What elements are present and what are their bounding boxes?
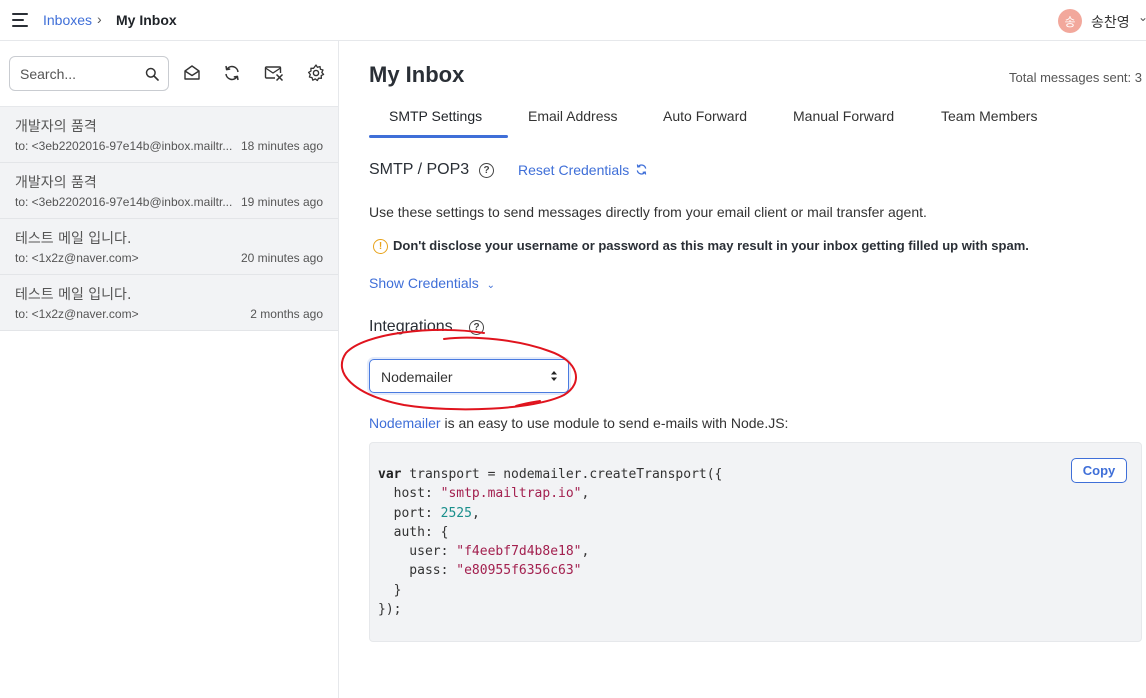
message-time: 19 minutes ago — [240, 195, 323, 209]
security-warning: Don't disclose your username or password… — [393, 238, 1029, 253]
code-line: }); — [378, 602, 402, 618]
refresh-icon[interactable] — [222, 63, 242, 83]
sidebar: 개발자의 품격 to: <3eb2202016-97e14b@inbox.mai… — [0, 41, 339, 698]
total-sent-count: Total messages sent: 3 — [1009, 70, 1142, 85]
top-bar: Inboxes › My Inbox 송 송찬영 ⌄ — [0, 0, 1146, 41]
message-item[interactable]: 테스트 메일 입니다. to: <1x2z@naver.com> 2 month… — [0, 275, 338, 331]
tab-email-address[interactable]: Email Address — [528, 108, 617, 124]
smtp-section-title: SMTP / POP3 — [369, 161, 470, 178]
integration-intro: Nodemailer is an easy to use module to s… — [369, 415, 788, 431]
code-keyword: var — [378, 467, 402, 482]
show-credentials-label: Show Credentials — [369, 275, 479, 291]
message-subject: 개발자의 품격 — [15, 175, 97, 191]
message-recipient: to: <3eb2202016-97e14b@inbox.mailtr... — [15, 139, 233, 153]
avatar[interactable]: 송 — [1058, 9, 1082, 33]
nodemailer-link[interactable]: Nodemailer — [369, 415, 441, 431]
message-time: 20 minutes ago — [240, 251, 323, 265]
message-time: 18 minutes ago — [240, 139, 323, 153]
code-string: "smtp.mailtrap.io" — [440, 486, 582, 502]
code-key: port: — [378, 505, 441, 521]
message-list: 개발자의 품격 to: <3eb2202016-97e14b@inbox.mai… — [0, 106, 338, 331]
breadcrumb-inboxes[interactable]: Inboxes — [43, 12, 92, 28]
message-recipient: to: <1x2z@naver.com> — [15, 307, 139, 321]
menu-icon[interactable] — [12, 13, 30, 27]
integrations-title: Integrations — [369, 318, 453, 335]
search-box — [9, 56, 169, 91]
code-line: transport = nodemailer.createTransport({ — [401, 467, 723, 482]
clear-inbox-icon[interactable] — [264, 63, 284, 83]
show-credentials-toggle[interactable]: Show Credentials ⌄ — [369, 275, 495, 291]
breadcrumb-current: My Inbox — [116, 12, 177, 28]
code-key: pass: — [378, 563, 457, 579]
integration-selected-value: Nodemailer — [381, 369, 453, 385]
reset-credentials-label: Reset Credentials — [518, 162, 630, 178]
chevron-down-icon[interactable]: ⌄ — [1138, 10, 1146, 24]
message-subject: 개발자의 품격 — [15, 119, 97, 135]
search-icon[interactable] — [145, 67, 159, 81]
code-key: host: — [378, 486, 441, 502]
code-text: var transport = nodemailer.createTranspo… — [378, 467, 723, 618]
integration-select[interactable]: Nodemailer — [369, 359, 569, 393]
chevron-down-icon: ⌄ — [486, 280, 496, 291]
help-icon[interactable]: ? — [469, 320, 484, 335]
main-panel: My Inbox Total messages sent: 3 SMTP Set… — [340, 41, 1146, 698]
smtp-description: Use these settings to send messages dire… — [369, 204, 927, 220]
message-time: 2 months ago — [250, 307, 323, 321]
refresh-icon — [636, 164, 647, 175]
code-number: 2525 — [440, 505, 472, 521]
message-item[interactable]: 테스트 메일 입니다. to: <1x2z@naver.com> 20 minu… — [0, 219, 338, 275]
username[interactable]: 송찬영 — [1091, 12, 1130, 32]
code-snippet: Copy var transport = nodemailer.createTr… — [369, 442, 1142, 642]
message-item[interactable]: 개발자의 품격 to: <3eb2202016-97e14b@inbox.mai… — [0, 107, 338, 163]
page-title: My Inbox — [369, 62, 465, 87]
message-recipient: to: <3eb2202016-97e14b@inbox.mailtr... — [15, 195, 233, 209]
tab-manual-forward[interactable]: Manual Forward — [793, 108, 894, 124]
tab-team-members[interactable]: Team Members — [941, 108, 1037, 124]
gear-icon[interactable] — [306, 63, 326, 83]
active-tab-indicator — [369, 135, 508, 138]
code-key: user: — [378, 544, 457, 560]
code-line: } — [378, 582, 402, 598]
reset-credentials-link[interactable]: Reset Credentials — [518, 162, 648, 178]
copy-button[interactable]: Copy — [1071, 458, 1127, 483]
message-subject: 테스트 메일 입니다. — [15, 231, 132, 247]
mark-read-icon[interactable] — [182, 63, 202, 83]
intro-text: is an easy to use module to send e-mails… — [440, 415, 789, 431]
search-input[interactable] — [10, 57, 130, 90]
tab-smtp-settings[interactable]: SMTP Settings — [389, 108, 482, 124]
message-item[interactable]: 개발자의 품격 to: <3eb2202016-97e14b@inbox.mai… — [0, 163, 338, 219]
warning-icon: ! — [373, 239, 388, 254]
select-arrows-icon — [551, 371, 557, 381]
code-string: "e80955f6356c63" — [456, 563, 582, 579]
breadcrumb-separator: › — [97, 11, 102, 27]
help-icon[interactable]: ? — [479, 163, 494, 178]
message-recipient: to: <1x2z@naver.com> — [15, 251, 139, 265]
tab-auto-forward[interactable]: Auto Forward — [663, 108, 747, 124]
message-subject: 테스트 메일 입니다. — [15, 287, 132, 303]
code-string: "f4eebf7d4b8e18" — [456, 544, 582, 560]
code-line: auth: { — [378, 524, 449, 540]
